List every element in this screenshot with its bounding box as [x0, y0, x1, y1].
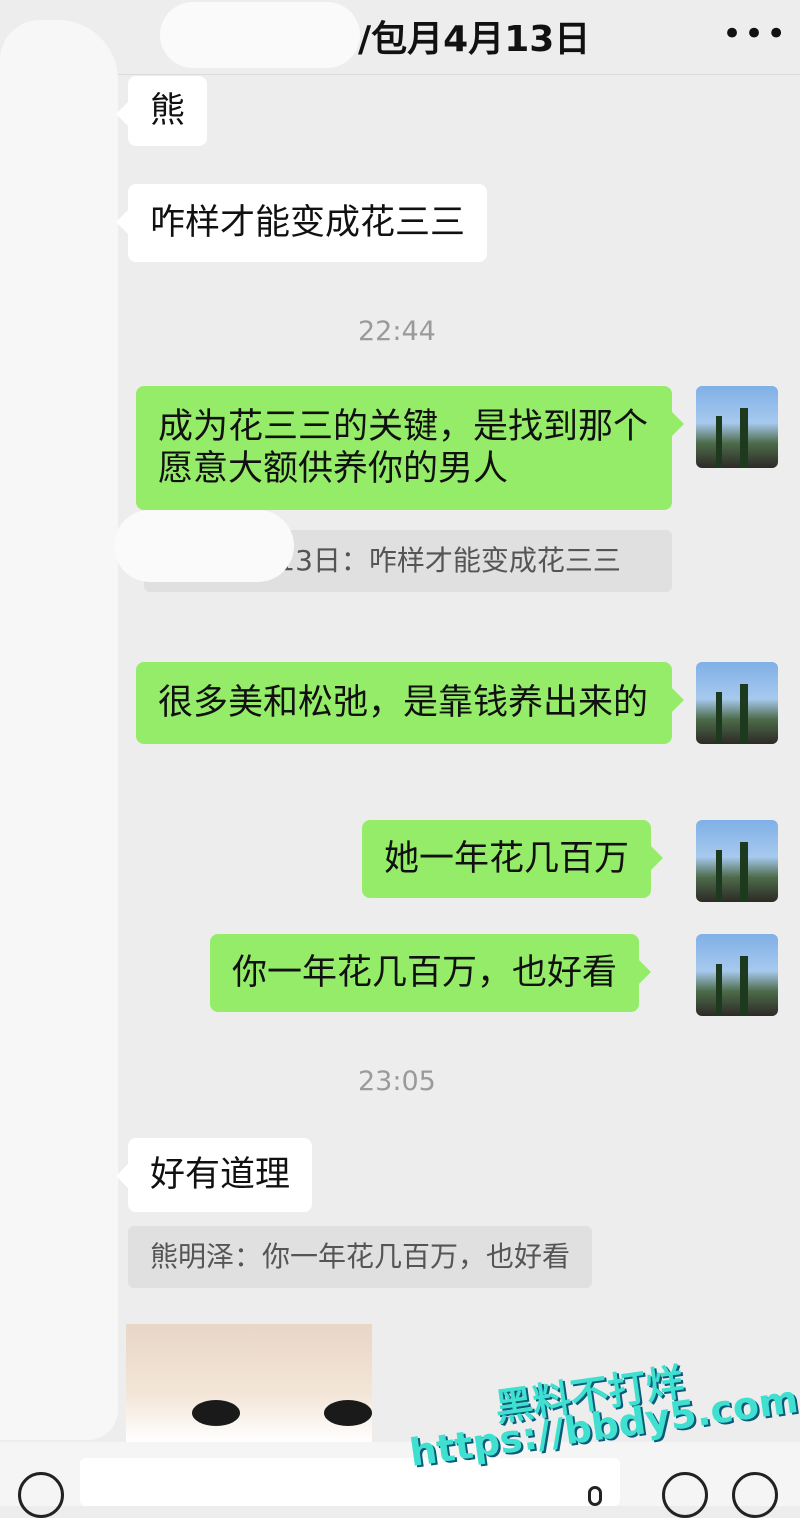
redacted-avatar-column [0, 20, 118, 1440]
message-text: 成为花三三的关键，是找到那个愿意大额供养你的男人 [158, 407, 649, 489]
message-text: 咋样才能变成花三三 [150, 203, 466, 243]
quoted-text: 熊明泽：你一年花几百万，也好看 [150, 1240, 571, 1273]
mic-icon[interactable] [588, 1486, 602, 1506]
emoji-icon[interactable] [662, 1472, 708, 1518]
message-text: 好有道理 [150, 1155, 291, 1195]
message-input[interactable] [80, 1458, 620, 1506]
message-bubble-sent[interactable]: 成为花三三的关键，是找到那个愿意大额供养你的男人 [136, 386, 684, 510]
redacted-name [114, 510, 294, 582]
message-text: 熊 [150, 91, 186, 131]
redacted-name [160, 2, 360, 68]
timestamp: 23:05 [358, 1066, 436, 1097]
message-bubble-received[interactable]: 熊 [115, 76, 208, 146]
message-bubble-received[interactable]: 咋样才能变成花三三 [115, 184, 488, 262]
message-bubble-received[interactable]: 好有道理 [115, 1138, 313, 1212]
avatar[interactable] [696, 662, 778, 744]
message-text: 你一年花几百万，也好看 [232, 953, 618, 993]
avatar[interactable] [696, 934, 778, 1016]
plus-icon[interactable] [732, 1472, 778, 1518]
more-icon[interactable]: ••• [722, 14, 788, 54]
image-message[interactable] [126, 1324, 372, 1442]
cat-eye [192, 1400, 240, 1426]
avatar[interactable] [696, 820, 778, 902]
avatar[interactable] [696, 386, 778, 468]
timestamp: 22:44 [358, 316, 436, 347]
voice-icon[interactable] [18, 1472, 64, 1518]
quoted-message[interactable]: 熊明泽：你一年花几百万，也好看 [128, 1226, 593, 1288]
message-text: 很多美和松弛，是靠钱养出来的 [158, 683, 649, 723]
message-bubble-sent[interactable]: 很多美和松弛，是靠钱养出来的 [136, 662, 684, 744]
message-text: 她一年花几百万 [384, 839, 630, 879]
cat-eye [324, 1400, 372, 1426]
message-bubble-sent[interactable]: 你一年花几百万，也好看 [210, 934, 652, 1012]
chat-title: /包月4月13日 [358, 19, 591, 60]
message-bubble-sent[interactable]: 她一年花几百万 [362, 820, 664, 898]
